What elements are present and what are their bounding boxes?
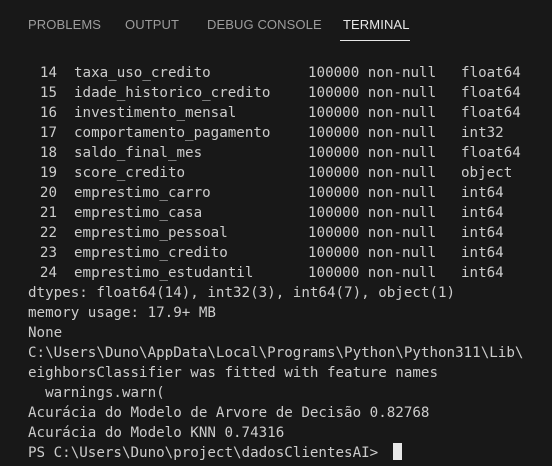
- shell-prompt: PS C:\Users\Duno\project\dadosClientesAI…: [28, 445, 387, 461]
- column-index: 15: [39, 85, 57, 101]
- column-name: emprestimo_estudantil: [74, 265, 254, 281]
- non-null-count: 100000 non-null: [308, 65, 437, 81]
- column-dtype: float64: [461, 145, 521, 161]
- terminal-cursor: [392, 443, 402, 460]
- column-index: 22: [39, 225, 57, 241]
- column-name: saldo_final_mes: [74, 145, 203, 161]
- column-name: emprestimo_casa: [74, 205, 203, 221]
- column-dtype: int64: [461, 245, 504, 261]
- prompt-line[interactable]: PS C:\Users\Duno\project\dadosClientesAI…: [28, 443, 402, 463]
- active-tab-indicator: [340, 40, 410, 41]
- tab-problems[interactable]: PROBLEMS: [28, 17, 101, 32]
- non-null-count: 100000 non-null: [308, 205, 437, 221]
- non-null-count: 100000 non-null: [308, 245, 437, 261]
- column-dtype: float64: [461, 85, 521, 101]
- memory-usage-line: memory usage: 17.9+ MB: [28, 305, 216, 321]
- column-index: 21: [39, 205, 57, 221]
- non-null-count: 100000 non-null: [308, 265, 437, 281]
- column-dtype: object: [461, 165, 513, 181]
- column-name: emprestimo_carro: [74, 185, 211, 201]
- tab-output[interactable]: OUTPUT: [125, 17, 179, 32]
- column-name: comportamento_pagamento: [74, 125, 271, 141]
- terminal-output[interactable]: 14 taxa_uso_credito 100000 non-null float64…: [0, 50, 552, 466]
- column-name: score_credito: [74, 165, 186, 181]
- column-index: 18: [39, 145, 57, 161]
- warnings-call-line: warnings.warn(: [28, 385, 165, 401]
- accuracy-tree-line: Acurácia do Modelo de Arvore de Decisão …: [28, 405, 430, 421]
- column-name: investimento_mensal: [74, 105, 237, 121]
- column-name: taxa_uso_credito: [74, 65, 211, 81]
- column-name: emprestimo_credito: [74, 245, 228, 261]
- column-index: 16: [39, 105, 57, 121]
- column-index: 24: [39, 265, 57, 281]
- non-null-count: 100000 non-null: [308, 185, 437, 201]
- non-null-count: 100000 non-null: [308, 225, 437, 241]
- warning-path-line: C:\Users\Duno\AppData\Local\Programs\Pyt…: [28, 345, 524, 361]
- column-index: 14: [39, 65, 57, 81]
- dtypes-line: dtypes: float64(14), int32(3), int64(7),…: [28, 285, 456, 301]
- column-dtype: int64: [461, 265, 504, 281]
- none-line: None: [28, 325, 63, 341]
- column-dtype: int64: [461, 205, 504, 221]
- warning-message-line: eighborsClassifier was fitted with featu…: [28, 365, 438, 381]
- column-dtype: float64: [461, 105, 521, 121]
- column-dtype: int64: [461, 185, 504, 201]
- column-dtype: int64: [461, 225, 504, 241]
- column-index: 19: [39, 165, 57, 181]
- tab-terminal[interactable]: TERMINAL: [343, 17, 410, 32]
- non-null-count: 100000 non-null: [308, 145, 437, 161]
- non-null-count: 100000 non-null: [308, 85, 437, 101]
- non-null-count: 100000 non-null: [308, 125, 437, 141]
- column-index: 20: [39, 185, 57, 201]
- column-dtype: float64: [461, 65, 521, 81]
- tab-debug-console[interactable]: DEBUG CONSOLE: [207, 17, 322, 32]
- column-name: idade_historico_credito: [74, 85, 271, 101]
- column-index: 23: [39, 245, 57, 261]
- column-index: 17: [39, 125, 57, 141]
- column-dtype: int32: [461, 125, 504, 141]
- column-name: emprestimo_pessoal: [74, 225, 228, 241]
- non-null-count: 100000 non-null: [308, 165, 437, 181]
- non-null-count: 100000 non-null: [308, 105, 437, 121]
- panel-tab-bar: PROBLEMS OUTPUT DEBUG CONSOLE TERMINAL: [0, 0, 552, 50]
- accuracy-knn-line: Acurácia do Modelo KNN 0.74316: [28, 425, 285, 441]
